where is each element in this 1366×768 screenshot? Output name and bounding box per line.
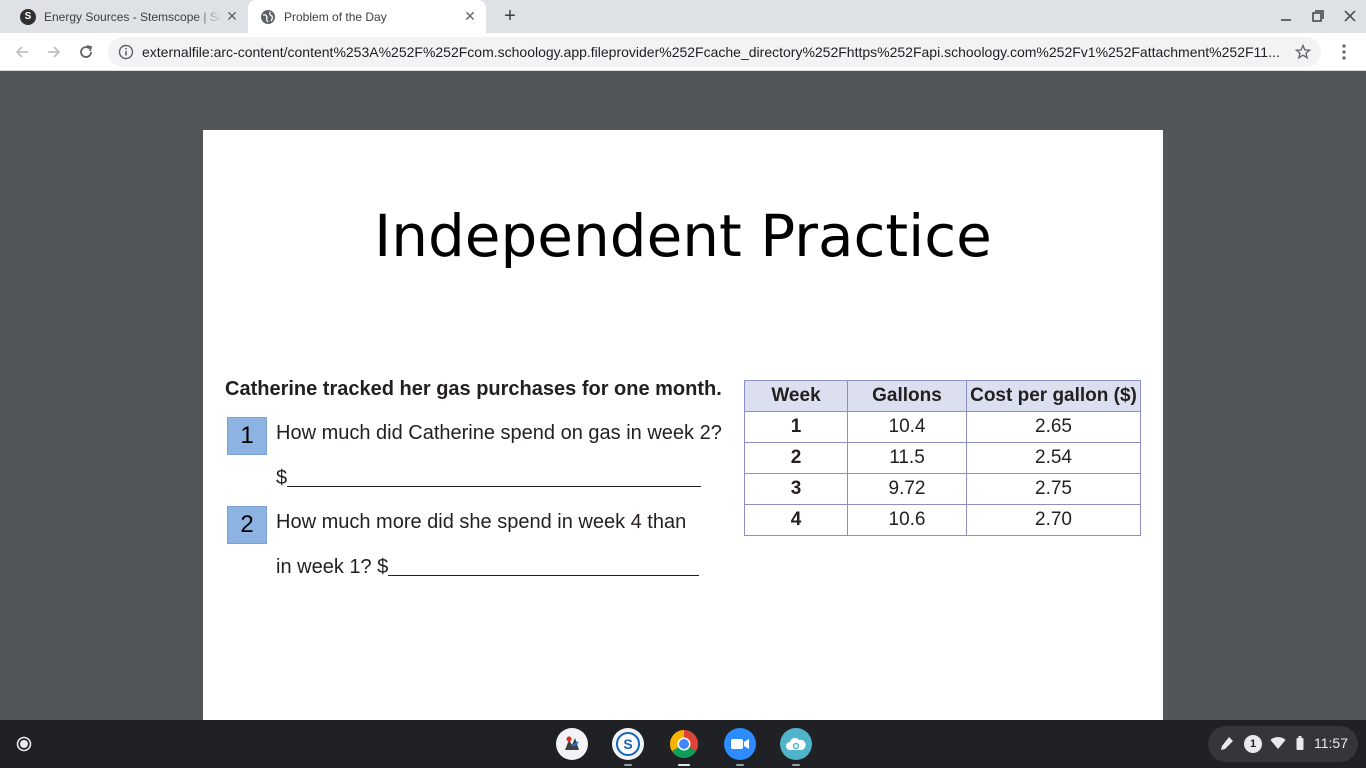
cell-week: 2 xyxy=(744,442,848,474)
answer-blank xyxy=(388,558,700,576)
cell-cost: 2.70 xyxy=(966,504,1141,536)
question-number-2: 2 xyxy=(227,506,267,544)
cell-cost: 2.75 xyxy=(966,473,1141,505)
question-number-1: 1 xyxy=(227,417,267,455)
zoom-app-icon[interactable] xyxy=(724,728,756,766)
forward-arrow-icon[interactable] xyxy=(40,38,68,66)
slide-page: Independent Practice Catherine tracked h… xyxy=(203,130,1163,730)
table-row: 4 10.6 2.70 xyxy=(744,504,1141,536)
recorder-app-icon[interactable] xyxy=(556,728,588,760)
running-indicator xyxy=(624,764,632,766)
problem-intro: Catherine tracked her gas purchases for … xyxy=(225,378,722,400)
svg-text:S: S xyxy=(623,736,632,752)
clock-time[interactable]: 11:57 xyxy=(1314,735,1348,751)
chrome-app-icon[interactable] xyxy=(668,728,700,766)
cell-week: 3 xyxy=(744,473,848,505)
slide-title: Independent Practice xyxy=(374,202,992,270)
tab-title: Energy Sources - Stemscope | Sc xyxy=(44,9,222,24)
star-icon[interactable] xyxy=(1293,42,1313,62)
running-indicator xyxy=(678,764,690,766)
cell-gallons: 10.4 xyxy=(847,411,967,443)
address-bar[interactable]: externalfile:arc-content/content%253A%25… xyxy=(108,37,1321,67)
new-tab-button[interactable]: + xyxy=(498,4,522,28)
tab-problem-of-the-day[interactable]: Problem of the Day ✕ xyxy=(248,0,486,33)
close-icon[interactable]: ✕ xyxy=(222,7,242,27)
answer-prefix: $ xyxy=(276,467,288,489)
tab-energy-sources[interactable]: S Energy Sources - Stemscope | Sc ✕ xyxy=(8,0,248,33)
cell-gallons: 9.72 xyxy=(847,473,967,505)
minimize-icon[interactable] xyxy=(1276,6,1296,26)
stylus-icon[interactable] xyxy=(1220,736,1234,757)
launcher-icon[interactable] xyxy=(8,728,40,760)
table-header-row: Week Gallons Cost per gallon ($) xyxy=(744,380,1141,412)
system-shelf: S 1 11:57 xyxy=(0,720,1366,768)
info-icon[interactable] xyxy=(118,44,134,60)
table-row: 3 9.72 2.75 xyxy=(744,473,1141,505)
close-icon[interactable]: ✕ xyxy=(460,7,480,27)
browser-toolbar: externalfile:arc-content/content%253A%25… xyxy=(0,33,1366,71)
question-1-text: How much did Catherine spend on gas in w… xyxy=(276,422,722,444)
schoology-s-icon: S xyxy=(20,8,36,25)
header-week: Week xyxy=(744,380,848,412)
close-window-icon[interactable] xyxy=(1340,6,1360,26)
wifi-icon xyxy=(1270,736,1286,755)
question-2-answer-line: in week 1? $ xyxy=(276,556,700,579)
url-text[interactable]: externalfile:arc-content/content%253A%25… xyxy=(142,44,1287,60)
cell-cost: 2.54 xyxy=(966,442,1141,474)
tab-strip: S Energy Sources - Stemscope | Sc ✕ Prob… xyxy=(0,0,1366,33)
running-indicator xyxy=(736,764,744,766)
back-arrow-icon[interactable] xyxy=(8,38,36,66)
cell-cost: 2.65 xyxy=(966,411,1141,443)
cell-week: 4 xyxy=(744,504,848,536)
notification-count-badge[interactable]: 1 xyxy=(1244,735,1262,753)
answer-prefix: in week 1? $ xyxy=(276,556,389,578)
question-1-answer-line: $ xyxy=(276,467,702,490)
cell-gallons: 11.5 xyxy=(847,442,967,474)
cell-week: 1 xyxy=(744,411,848,443)
globe-icon xyxy=(260,9,276,25)
answer-blank xyxy=(287,469,702,487)
running-indicator xyxy=(792,764,800,766)
gas-purchases-table: Week Gallons Cost per gallon ($) 1 10.4 … xyxy=(744,380,1141,536)
tab-title: Problem of the Day xyxy=(284,9,387,24)
document-viewer: Independent Practice Catherine tracked h… xyxy=(0,71,1366,730)
table-row: 1 10.4 2.65 xyxy=(744,411,1141,443)
header-cost: Cost per gallon ($) xyxy=(966,380,1141,412)
question-2-text: How much more did she spend in week 4 th… xyxy=(276,511,687,533)
battery-icon xyxy=(1296,736,1304,755)
cloud-app-icon[interactable] xyxy=(780,728,812,766)
restore-icon[interactable] xyxy=(1308,6,1328,26)
table-row: 2 11.5 2.54 xyxy=(744,442,1141,474)
cell-gallons: 10.6 xyxy=(847,504,967,536)
more-options-icon[interactable] xyxy=(1332,38,1356,66)
reload-icon[interactable] xyxy=(72,38,100,66)
schoology-app-icon[interactable]: S xyxy=(612,728,644,766)
status-tray[interactable]: 1 11:57 xyxy=(1208,726,1358,762)
header-gallons: Gallons xyxy=(847,380,967,412)
